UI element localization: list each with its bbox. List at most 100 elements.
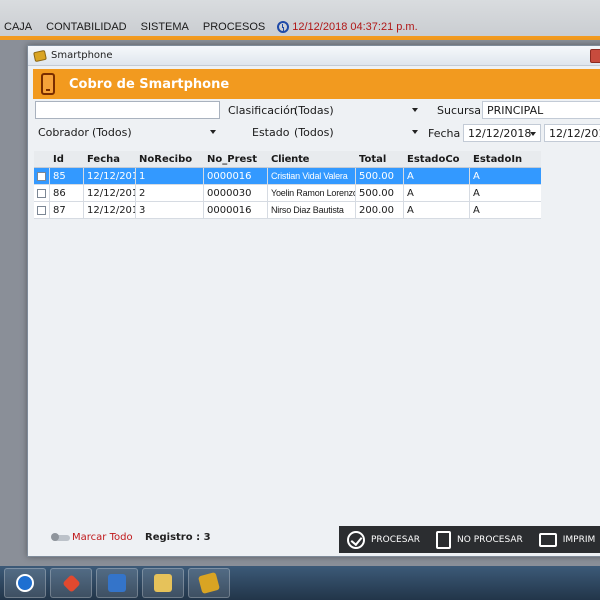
col-noprest[interactable]: No_Prest	[204, 151, 268, 167]
table-header: Id Fecha NoRecibo No_Prest Cliente Total…	[34, 151, 541, 168]
menu-sistema[interactable]: SISTEMA	[141, 21, 189, 33]
cell-norecibo: 3	[136, 202, 204, 218]
no-procesar-label: NO PROCESAR	[457, 534, 523, 545]
app-icon	[33, 49, 47, 62]
row-checkbox[interactable]	[37, 171, 46, 181]
cell-fecha: 12/12/2018	[84, 168, 136, 184]
col-estadoin[interactable]: EstadoIn	[470, 151, 532, 167]
chevron-down-icon	[412, 108, 418, 112]
table-row[interactable]: 86 12/12/2018 2 0000030 Yoelin Ramon Lor…	[34, 185, 541, 202]
cell-id: 86	[50, 185, 84, 201]
window-titlebar[interactable]: Smartphone	[28, 46, 600, 66]
estado-label: Estado	[252, 126, 290, 139]
cell-noprest: 0000016	[204, 168, 268, 184]
clock-icon	[277, 21, 290, 33]
col-fecha[interactable]: Fecha	[84, 151, 136, 167]
clasificacion-value: (Todas)	[294, 103, 334, 117]
menu-caja[interactable]: CAJA	[4, 21, 32, 33]
row-checkbox-cell	[34, 202, 50, 218]
sucursal-value: PRINCIPAL	[487, 103, 544, 117]
teamviewer-taskbar-button[interactable]	[4, 568, 46, 598]
menubar-row: CAJA CONTABILIDAD SISTEMA PROCESOS 12/12…	[0, 18, 418, 36]
cell-estadoco: A	[404, 202, 470, 218]
cell-norecibo: 2	[136, 185, 204, 201]
cobros-table: Id Fecha NoRecibo No_Prest Cliente Total…	[34, 151, 541, 219]
cobrador-value: (Todos)	[92, 125, 132, 139]
marcar-todo-toggle[interactable]	[51, 533, 70, 541]
action-bar: PROCESAR NO PROCESAR IMPRIM	[339, 526, 600, 553]
row-checkbox[interactable]	[37, 188, 46, 198]
row-checkbox[interactable]	[37, 205, 46, 215]
cell-norecibo: 1	[136, 168, 204, 184]
col-estadoco[interactable]: EstadoCo	[404, 151, 470, 167]
table-row[interactable]: 85 12/12/2018 1 0000016 Cristian Vidal V…	[34, 168, 541, 185]
anydesk-taskbar-button[interactable]	[50, 568, 92, 598]
row-checkbox-cell	[34, 168, 50, 184]
search-input[interactable]	[35, 101, 220, 119]
smartphone-icon	[41, 73, 55, 95]
network-icon	[108, 574, 126, 592]
cell-estadoco: A	[404, 185, 470, 201]
check-circle-icon	[347, 530, 365, 549]
folder-taskbar-button[interactable]	[142, 568, 184, 598]
header-checkbox-col	[34, 151, 50, 167]
clasificacion-select[interactable]: (Todas)	[290, 101, 422, 119]
cobrador-select[interactable]: (Todos)	[88, 123, 220, 141]
procesar-label: PROCESAR	[371, 534, 421, 545]
fecha-desde-picker[interactable]: 12/12/2018	[463, 124, 541, 142]
cell-estadoco: A	[404, 168, 470, 184]
fecha-hasta-value: 12/12/2018	[549, 126, 600, 140]
page-title: Cobro de Smartphone	[69, 76, 230, 92]
windows-taskbar	[0, 566, 600, 600]
sucursal-field[interactable]: PRINCIPAL	[482, 101, 600, 119]
fecha-desde-value: 12/12/2018	[468, 126, 532, 140]
cell-total: 500.00	[356, 185, 404, 201]
col-total[interactable]: Total	[356, 151, 404, 167]
printer-icon	[538, 532, 557, 547]
estado-value: (Todos)	[294, 125, 334, 139]
window-footer: Marcar Todo Registro : 3 PROCESAR NO PRO…	[28, 526, 600, 558]
network-taskbar-button[interactable]	[96, 568, 138, 598]
cell-estadoin: A	[473, 187, 480, 199]
menu-procesos[interactable]: PROCESOS	[203, 21, 265, 33]
sucursal-label: Sucursal	[437, 104, 485, 117]
app-menubar: CAJA CONTABILIDAD SISTEMA PROCESOS 12/12…	[0, 0, 600, 40]
cell-cliente: Cristian Vidal Valera	[268, 168, 356, 184]
col-id[interactable]: Id	[50, 151, 84, 167]
no-procesar-button[interactable]: NO PROCESAR	[436, 530, 523, 549]
cell-estadoin: A	[473, 170, 480, 182]
col-norecibo[interactable]: NoRecibo	[136, 151, 204, 167]
anydesk-icon	[61, 573, 81, 593]
chevron-down-icon	[412, 130, 418, 134]
chevron-down-icon	[210, 130, 216, 134]
cell-cliente: Nirso Diaz Bautista	[268, 202, 356, 218]
app-icon	[197, 571, 221, 595]
chevron-down-icon	[530, 132, 536, 136]
window-title: Smartphone	[51, 50, 113, 61]
estado-select[interactable]: (Todos)	[290, 123, 422, 141]
cell-fecha: 12/12/2018	[84, 185, 136, 201]
cell-fecha: 12/12/2018	[84, 202, 136, 218]
header-band: Cobro de Smartphone	[33, 69, 600, 99]
fecha-hasta-picker[interactable]: 12/12/2018	[544, 124, 600, 142]
cell-estadoin: A	[473, 204, 480, 216]
cell-id: 87	[50, 202, 84, 218]
row-checkbox-cell	[34, 185, 50, 201]
procesar-button[interactable]: PROCESAR	[347, 530, 421, 549]
imprimir-button[interactable]: IMPRIM	[538, 532, 595, 547]
cell-cliente: Yoelin Ramon Lorenzo	[268, 185, 356, 201]
registro-count: Registro : 3	[145, 532, 211, 543]
app-taskbar-button[interactable]	[188, 568, 230, 598]
accent-strip	[0, 36, 600, 40]
close-button[interactable]	[590, 49, 600, 63]
menu-contabilidad[interactable]: CONTABILIDAD	[46, 21, 126, 33]
col-cliente[interactable]: Cliente	[268, 151, 356, 167]
table-row[interactable]: 87 12/12/2018 3 0000016 Nirso Diaz Bauti…	[34, 202, 541, 219]
cell-noprest: 0000030	[204, 185, 268, 201]
teamviewer-icon	[16, 574, 34, 592]
marcar-todo-link[interactable]: Marcar Todo	[72, 532, 133, 543]
clasificacion-label: Clasificación	[228, 104, 297, 117]
datetime-display: 12/12/2018 04:37:21 p.m.	[292, 21, 418, 33]
cell-noprest: 0000016	[204, 202, 268, 218]
document-cancel-icon	[436, 530, 452, 549]
